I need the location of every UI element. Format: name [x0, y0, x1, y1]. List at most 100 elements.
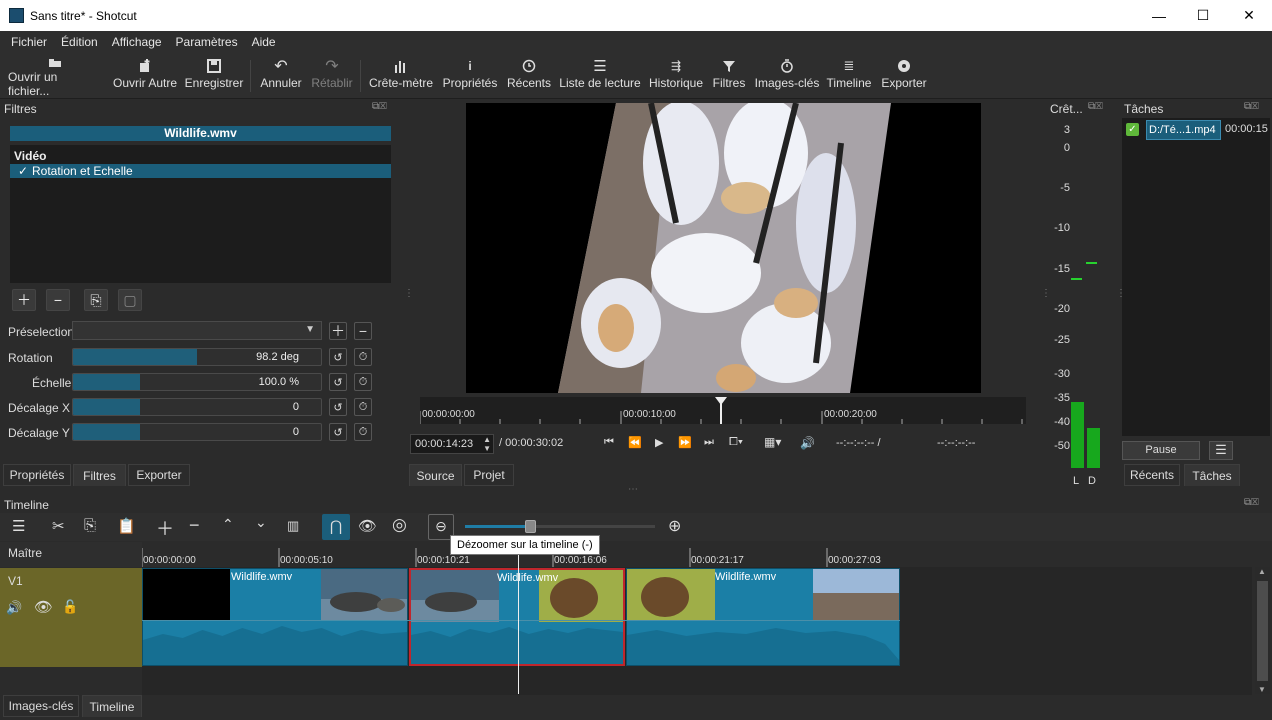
reset-icon[interactable]: ↺ [329, 398, 347, 416]
position-timecode[interactable]: 00:00:14:23 ▲ ▼ [410, 434, 494, 454]
mute-speaker-icon[interactable]: 🔊 [6, 600, 22, 616]
reset-icon[interactable]: ↺ [329, 348, 347, 366]
remove-filter-button[interactable]: − [46, 289, 70, 311]
timeline-button[interactable]: ≣ Timeline [826, 56, 872, 96]
save-button[interactable]: Enregistrer [184, 56, 244, 96]
splitter-handle[interactable]: ⋯ [628, 484, 638, 495]
add-filter-button[interactable]: ＋ [12, 289, 36, 311]
preset-select[interactable]: ▼ [72, 321, 322, 340]
zoom-slider-handle[interactable] [524, 520, 536, 533]
append-icon[interactable]: ＋ [156, 515, 174, 541]
timeline-menu-icon[interactable]: ☰ [12, 517, 25, 535]
playlist-button[interactable]: ☰ Liste de lecture [558, 56, 642, 96]
menu-help[interactable]: Aide [245, 35, 283, 49]
scroll-up-icon[interactable]: ▲ [1258, 567, 1266, 576]
tab-project[interactable]: Projet [464, 464, 514, 486]
track-header-v1[interactable]: V1 🔊 👁 🔓 [0, 568, 142, 667]
tab-recent[interactable]: Récents [1124, 464, 1180, 486]
export-button[interactable]: Exporter [878, 56, 930, 96]
spin-arrows-icon[interactable]: ▲ ▼ [483, 435, 491, 453]
menu-view[interactable]: Affichage [105, 35, 169, 49]
panel-dock-buttons[interactable]: ⧉☒ [1244, 101, 1259, 112]
offset-y-slider[interactable]: 0 [72, 423, 322, 441]
paste-icon[interactable]: 📋 [117, 517, 136, 535]
player-ruler[interactable]: 00:00:00:00 00:00:10:00 00:00:20:00 [420, 397, 1026, 424]
filters-button[interactable]: Filtres [710, 56, 748, 96]
visibility-eye-icon[interactable]: 👁 [34, 598, 53, 616]
overwrite-icon[interactable]: ⌄ [255, 514, 267, 531]
grid-icon[interactable]: ▦▾ [764, 435, 781, 449]
menu-file[interactable]: Fichier [4, 35, 54, 49]
scroll-down-icon[interactable]: ▼ [1258, 685, 1266, 694]
copy-filter-button[interactable]: ⎘ [84, 289, 108, 311]
minimize-button[interactable]: — [1136, 0, 1182, 31]
close-button[interactable]: ✕ [1226, 0, 1272, 31]
keyframe-stopwatch-icon[interactable]: ⏱ [354, 348, 372, 366]
scrub-eye-icon[interactable]: 👁 [358, 517, 377, 535]
maximize-button[interactable]: ☐ [1180, 0, 1226, 31]
scrollbar-thumb[interactable] [1257, 581, 1268, 681]
tab-export[interactable]: Exporter [128, 464, 190, 486]
undo-button[interactable]: ↶ Annuler [258, 56, 304, 96]
tab-properties[interactable]: Propriétés [3, 464, 71, 486]
open-other-button[interactable]: Ouvrir Autre [108, 56, 182, 96]
reset-icon[interactable]: ↺ [329, 373, 347, 391]
vertical-scrollbar[interactable]: ▲ ▼ [1255, 567, 1270, 694]
play-icon[interactable]: ▶ [655, 436, 663, 449]
tab-keyframes[interactable]: Images-clés [3, 695, 79, 717]
fast-forward-icon[interactable]: ⏩ [678, 436, 692, 449]
tasks-menu-icon[interactable]: ☰ [1209, 441, 1233, 460]
keyframe-stopwatch-icon[interactable]: ⏱ [354, 423, 372, 441]
zoom-in-icon[interactable]: ⊕ [668, 516, 681, 536]
skip-previous-icon[interactable]: ⏮ [604, 436, 614, 449]
panel-dock-buttons[interactable]: ⧉☒ [372, 101, 387, 112]
timeline-playhead[interactable] [518, 553, 519, 694]
properties-button[interactable]: i Propriétés [440, 56, 500, 96]
timeline-clip[interactable]: Wildlife.wmv [142, 568, 408, 666]
panel-dock-buttons[interactable]: ⧉☒ [1088, 101, 1103, 112]
tab-filters[interactable]: Filtres [73, 464, 126, 486]
snap-magnet-icon[interactable]: ⋂ [322, 514, 350, 540]
filter-item-rotation[interactable]: ✓ Rotation et Echelle [10, 164, 391, 178]
offset-x-slider[interactable]: 0 [72, 398, 322, 416]
volume-icon[interactable]: 🔊 [800, 436, 815, 450]
panel-dock-buttons[interactable]: ⧉☒ [1244, 497, 1259, 508]
menu-edit[interactable]: Édition [54, 35, 105, 49]
tab-timeline[interactable]: Timeline [82, 695, 142, 717]
delete-preset-button[interactable]: − [354, 322, 372, 340]
tab-tasks[interactable]: Tâches [1184, 464, 1240, 486]
recent-button[interactable]: Récents [506, 56, 552, 96]
redo-button[interactable]: ↷ Rétablir [310, 56, 354, 96]
rotation-slider[interactable]: 98.2 deg [72, 348, 322, 366]
keyframes-button[interactable]: Images-clés [754, 56, 820, 96]
history-button[interactable]: ⇶ Historique [648, 56, 704, 96]
keyframe-stopwatch-icon[interactable]: ⏱ [354, 398, 372, 416]
splitter-handle[interactable]: ⋮ [404, 288, 414, 299]
lock-icon[interactable]: 🔓 [62, 599, 78, 615]
playhead-marker[interactable] [714, 397, 728, 424]
reset-icon[interactable]: ↺ [329, 423, 347, 441]
pause-button[interactable]: Pause [1122, 441, 1200, 460]
cut-icon[interactable]: ✂ [52, 517, 65, 535]
lift-icon[interactable]: ⌃ [222, 516, 234, 533]
paste-filter-button[interactable]: ▢ [118, 289, 142, 311]
save-preset-button[interactable]: ＋ [329, 322, 347, 340]
split-icon[interactable]: ▥ [287, 518, 299, 534]
timeline-clip[interactable]: Wildlife.wmv [626, 568, 900, 666]
timeline-clip-selected[interactable]: Wildlife.wmv [409, 568, 625, 666]
zoom-view-icon[interactable]: ⧠▾ [729, 436, 743, 449]
keyframe-stopwatch-icon[interactable]: ⏱ [354, 373, 372, 391]
rewind-icon[interactable]: ⏪ [628, 436, 642, 449]
ripple-icon[interactable]: ◎ [392, 515, 407, 535]
peak-meter-button[interactable]: Crête-mètre [368, 56, 434, 96]
copy-icon[interactable]: ⎘ [84, 517, 96, 534]
filter-checkbox[interactable]: ✓ [18, 164, 28, 178]
menu-settings[interactable]: Paramètres [169, 35, 245, 49]
zoom-slider[interactable] [465, 520, 655, 533]
tab-source[interactable]: Source [409, 464, 462, 486]
open-file-button[interactable]: Ouvrir un fichier... [8, 56, 102, 98]
task-job-name[interactable]: D:/Té...1.mp4 [1146, 120, 1221, 140]
skip-next-icon[interactable]: ⏭ [704, 436, 714, 449]
ripple-delete-icon[interactable]: − [189, 515, 200, 536]
scale-slider[interactable]: 100.0 % [72, 373, 322, 391]
